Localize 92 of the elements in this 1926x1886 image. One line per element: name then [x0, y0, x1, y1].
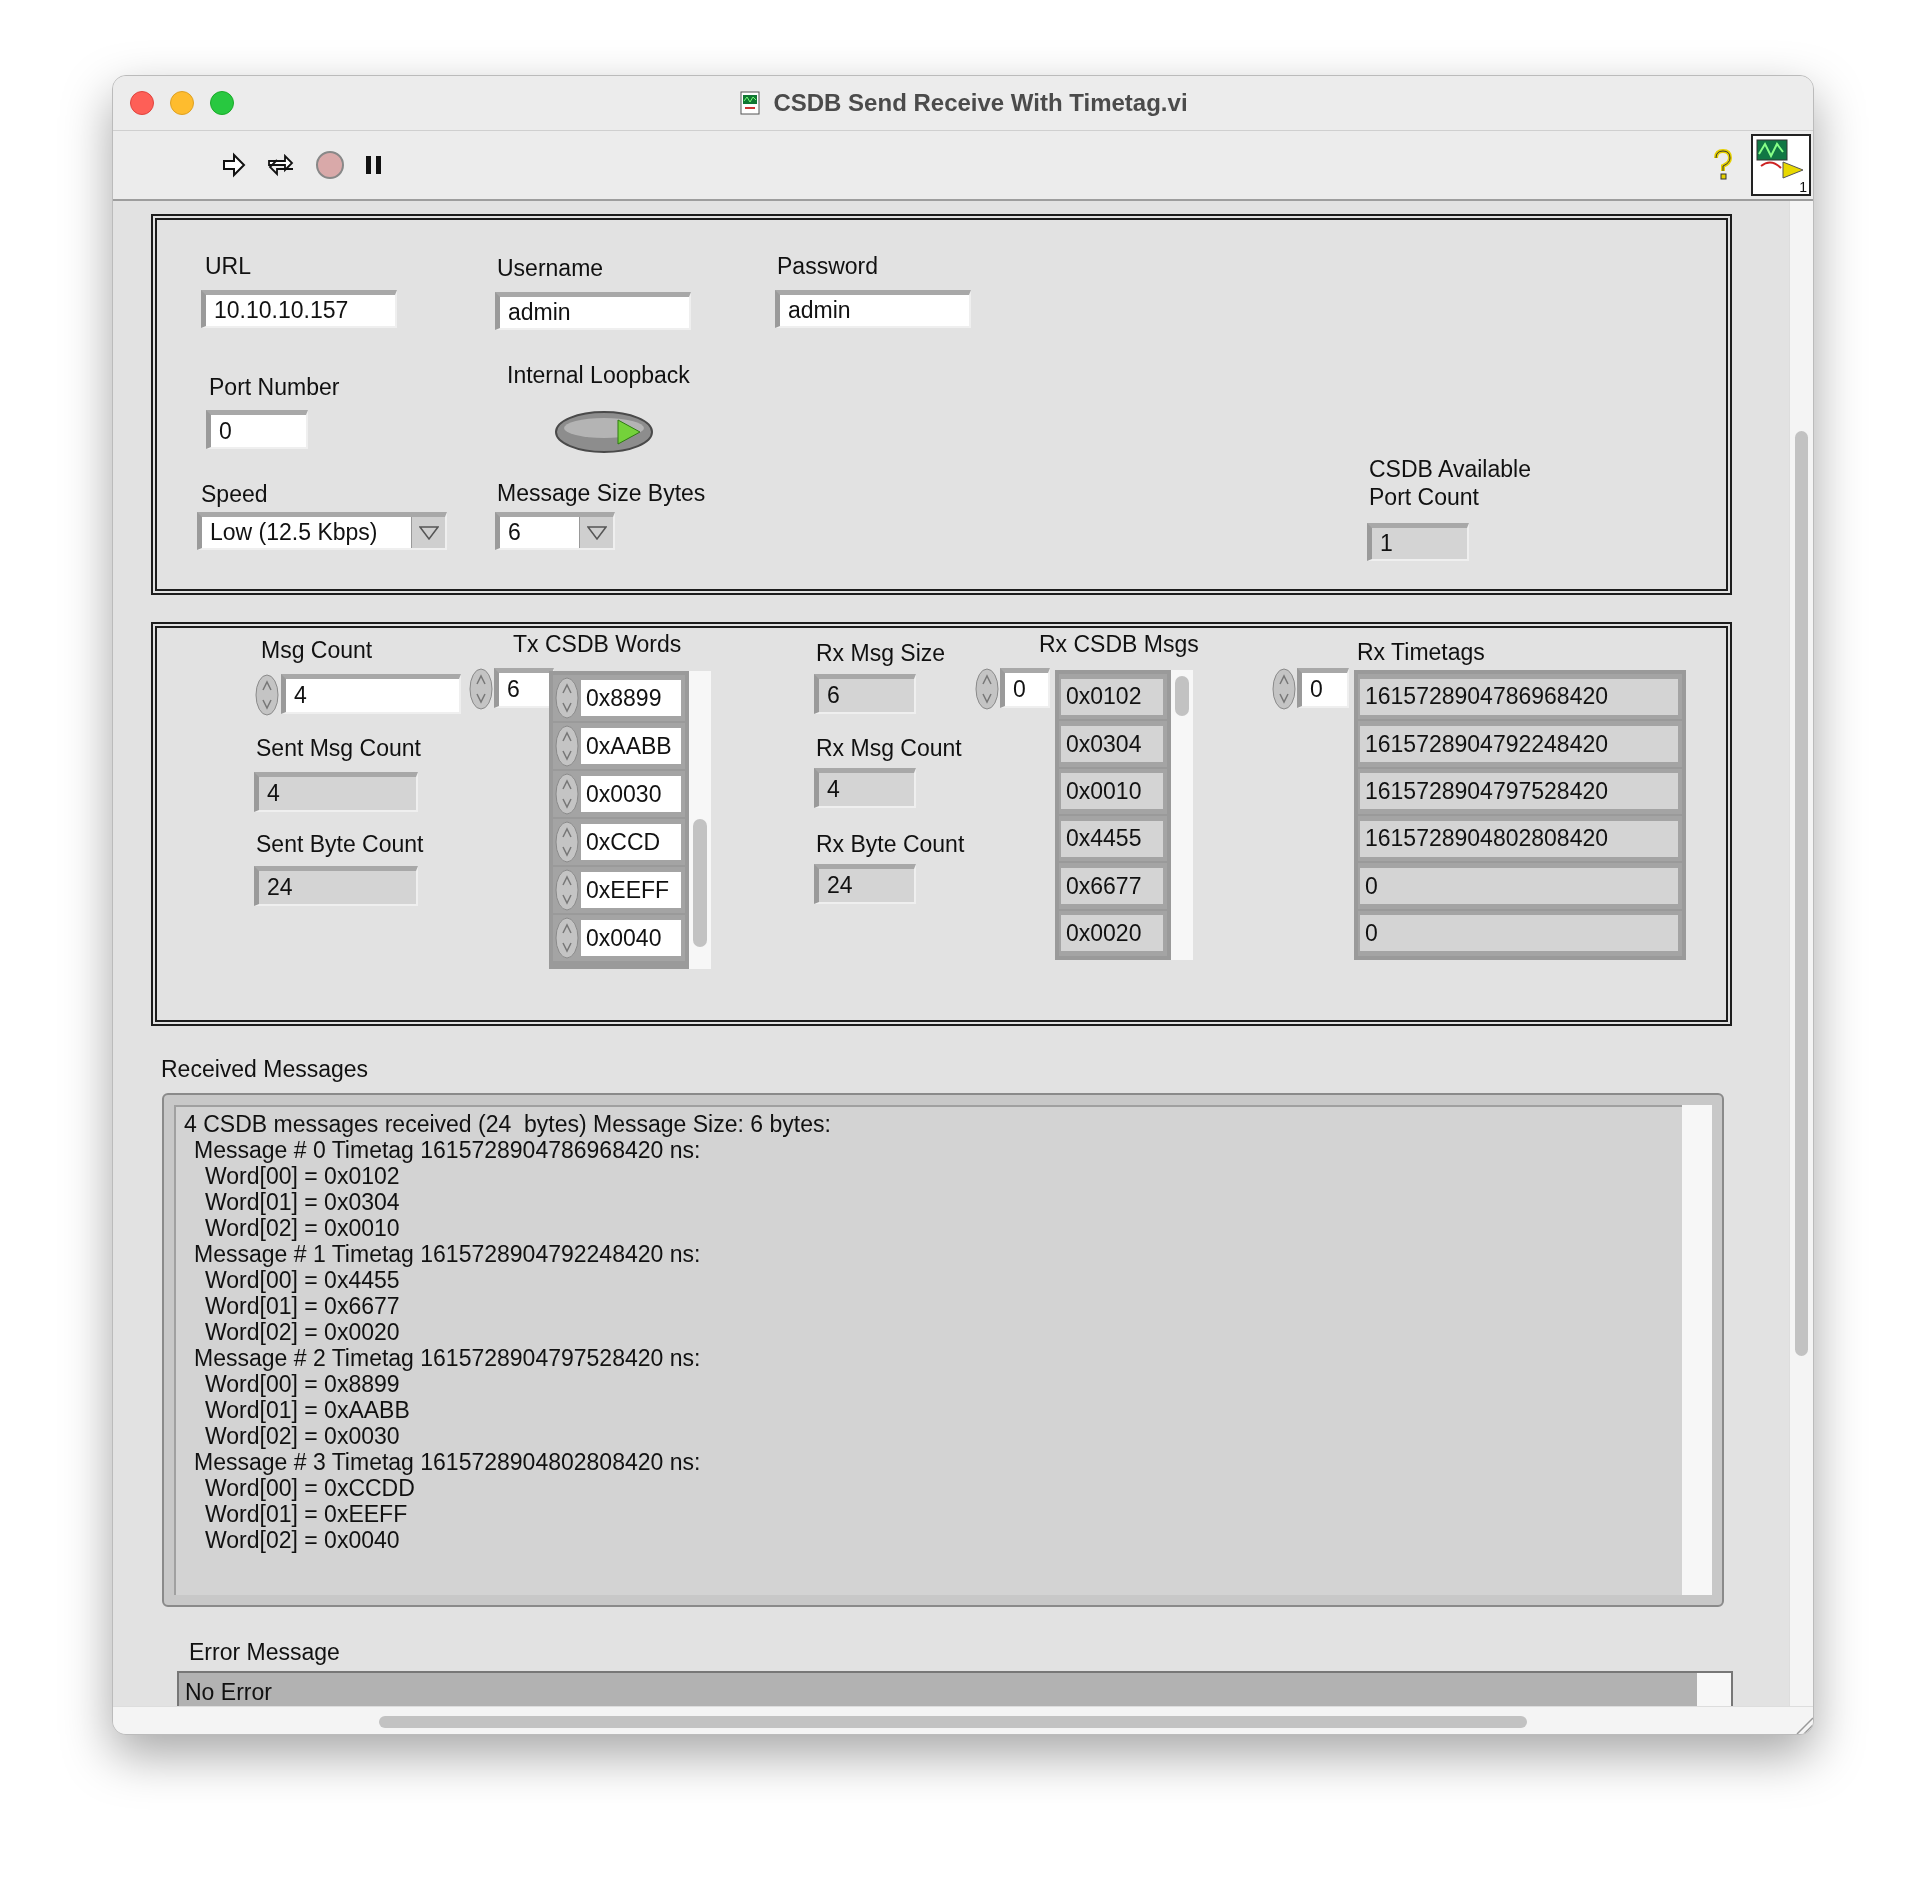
message-line: Word[00] = 0x4455 — [205, 1266, 400, 1293]
control-label: Sent Msg Count — [256, 737, 421, 760]
indicator-field: 1 — [1367, 523, 1469, 561]
increment-decrement-button[interactable] — [555, 869, 579, 911]
zoom-button[interactable] — [210, 91, 234, 115]
array-element-indicator: 0x0020 — [1061, 915, 1163, 952]
array-element-indicator: 0x0010 — [1061, 773, 1163, 810]
array-element-indicator: 0x0304 — [1061, 726, 1163, 762]
control-label: Username — [497, 257, 604, 280]
array-element-field[interactable]: 0x0040 — [581, 920, 681, 956]
message-line: Word[01] = 0xEEFF — [204, 1500, 409, 1527]
input-field[interactable]: 4 — [281, 674, 461, 714]
array-element-indicator: 1615728904797528420 — [1360, 773, 1678, 810]
indicator-field: 24 — [814, 864, 916, 904]
control-label: Speed — [201, 483, 268, 506]
increment-decrement-button[interactable] — [555, 773, 579, 815]
abort-icon[interactable] — [315, 150, 345, 180]
input-field[interactable]: admin — [775, 290, 971, 328]
control-label: URL — [205, 255, 251, 278]
toggle-switch[interactable] — [554, 410, 654, 454]
run-arrow-icon[interactable] — [221, 152, 247, 178]
control-label: Internal Loopback — [507, 364, 690, 387]
connector-number: 1 — [1799, 180, 1807, 194]
array-element-indicator: 0 — [1360, 867, 1678, 904]
indicator-field: 6 — [814, 674, 916, 714]
increment-decrement-button[interactable] — [975, 668, 999, 710]
message-line: Word[01] = 0xAABB — [204, 1396, 411, 1423]
control-label: Message Size Bytes — [497, 482, 706, 505]
array-element-field[interactable]: 0xEEFF — [581, 872, 681, 908]
message-line: Word[01] = 0x6677 — [204, 1292, 401, 1319]
message-line: Message # 2 Timetag 1615728904797528420 ns: — [194, 1344, 702, 1371]
message-line: Word[02] = 0x0020 — [204, 1318, 401, 1345]
input-field[interactable]: admin — [495, 292, 691, 330]
array-element-indicator: 0x4455 — [1061, 820, 1163, 857]
close-button[interactable] — [130, 91, 154, 115]
control-label: Msg Count — [261, 639, 373, 662]
increment-decrement-button[interactable] — [555, 917, 579, 959]
array-element-indicator: 1615728904792248420 — [1360, 726, 1678, 762]
dropdown[interactable]: 6 — [495, 512, 615, 550]
message-line: Word[02] = 0x0010 — [204, 1214, 401, 1241]
message-line: Word[01] = 0x0304 — [204, 1188, 401, 1215]
control-label: Password — [777, 255, 878, 278]
help-icon[interactable] — [1711, 148, 1735, 182]
increment-decrement-button[interactable] — [255, 674, 279, 716]
array-element-indicator: 0 — [1360, 915, 1678, 952]
message-line: Word[02] = 0x0030 — [204, 1422, 401, 1449]
message-line: Message # 3 Timetag 1615728904802808420 ns: — [194, 1448, 702, 1475]
array-element-field[interactable]: 0x8899 — [581, 680, 681, 716]
input-field[interactable]: 6 — [494, 668, 554, 708]
array-element-indicator: 1615728904802808420 — [1360, 820, 1678, 857]
control-label: Rx CSDB Msgs — [1039, 633, 1199, 656]
caret-icon — [586, 525, 607, 540]
control-label: Rx Msg Size — [816, 642, 946, 665]
increment-decrement-button[interactable] — [555, 821, 579, 863]
array-element-indicator: 0x0102 — [1061, 678, 1163, 715]
indicator-field: 4 — [254, 772, 418, 812]
increment-decrement-button[interactable] — [555, 725, 579, 767]
array-element-field[interactable]: 0xCCD — [581, 824, 681, 860]
error-message-field: No Error — [177, 1671, 1733, 1706]
input-field[interactable]: 0 — [1297, 668, 1349, 708]
array-element-field[interactable]: 0xAABB — [581, 728, 681, 764]
control-label: Sent Byte Count — [256, 833, 424, 856]
dropdown[interactable]: Low (12.5 Kbps) — [197, 512, 447, 550]
array-element-indicator: 0x6677 — [1061, 867, 1163, 904]
message-line: Message # 1 Timetag 1615728904792248420 ns: — [194, 1240, 702, 1267]
message-line: Word[02] = 0x0040 — [204, 1526, 401, 1553]
control-label: Port Number — [209, 376, 340, 399]
window-title: CSDB Send Receive With Timetag.vi — [773, 88, 1188, 118]
minimize-button[interactable] — [170, 91, 194, 115]
error-message-label: Error Message — [189, 1638, 340, 1665]
input-field[interactable]: 10.10.10.157 — [201, 290, 397, 328]
increment-decrement-button[interactable] — [1272, 668, 1296, 710]
input-field[interactable]: 0 — [1000, 668, 1050, 708]
message-line: Message # 0 Timetag 1615728904786968420 ns: — [194, 1136, 702, 1163]
indicator-field: 4 — [814, 768, 916, 808]
message-line: Word[00] = 0x8899 — [205, 1370, 400, 1397]
message-line: Word[00] = 0x0102 — [205, 1162, 400, 1189]
control-label: Rx Byte Count — [816, 833, 965, 856]
input-field[interactable]: 0 — [206, 410, 308, 449]
message-line: Word[00] = 0xCCDD — [205, 1474, 416, 1501]
increment-decrement-button[interactable] — [555, 677, 579, 719]
increment-decrement-button[interactable] — [469, 668, 493, 710]
caret-icon — [418, 525, 439, 540]
array-element-field[interactable]: 0x0030 — [581, 776, 681, 812]
message-line: 4 CSDB messages received (24 bytes) Message Size: 6 bytes: — [184, 1110, 832, 1137]
received-messages-label: Received Messages — [161, 1056, 369, 1082]
control-label: CSDB Available Port Count — [1369, 455, 1532, 511]
indicator-field: 24 — [254, 866, 418, 906]
control-label: Rx Timetags — [1357, 641, 1485, 664]
control-label: Rx Msg Count — [816, 737, 962, 760]
array-element-indicator: 1615728904786968420 — [1360, 678, 1678, 715]
control-label: Tx CSDB Words — [513, 633, 682, 656]
